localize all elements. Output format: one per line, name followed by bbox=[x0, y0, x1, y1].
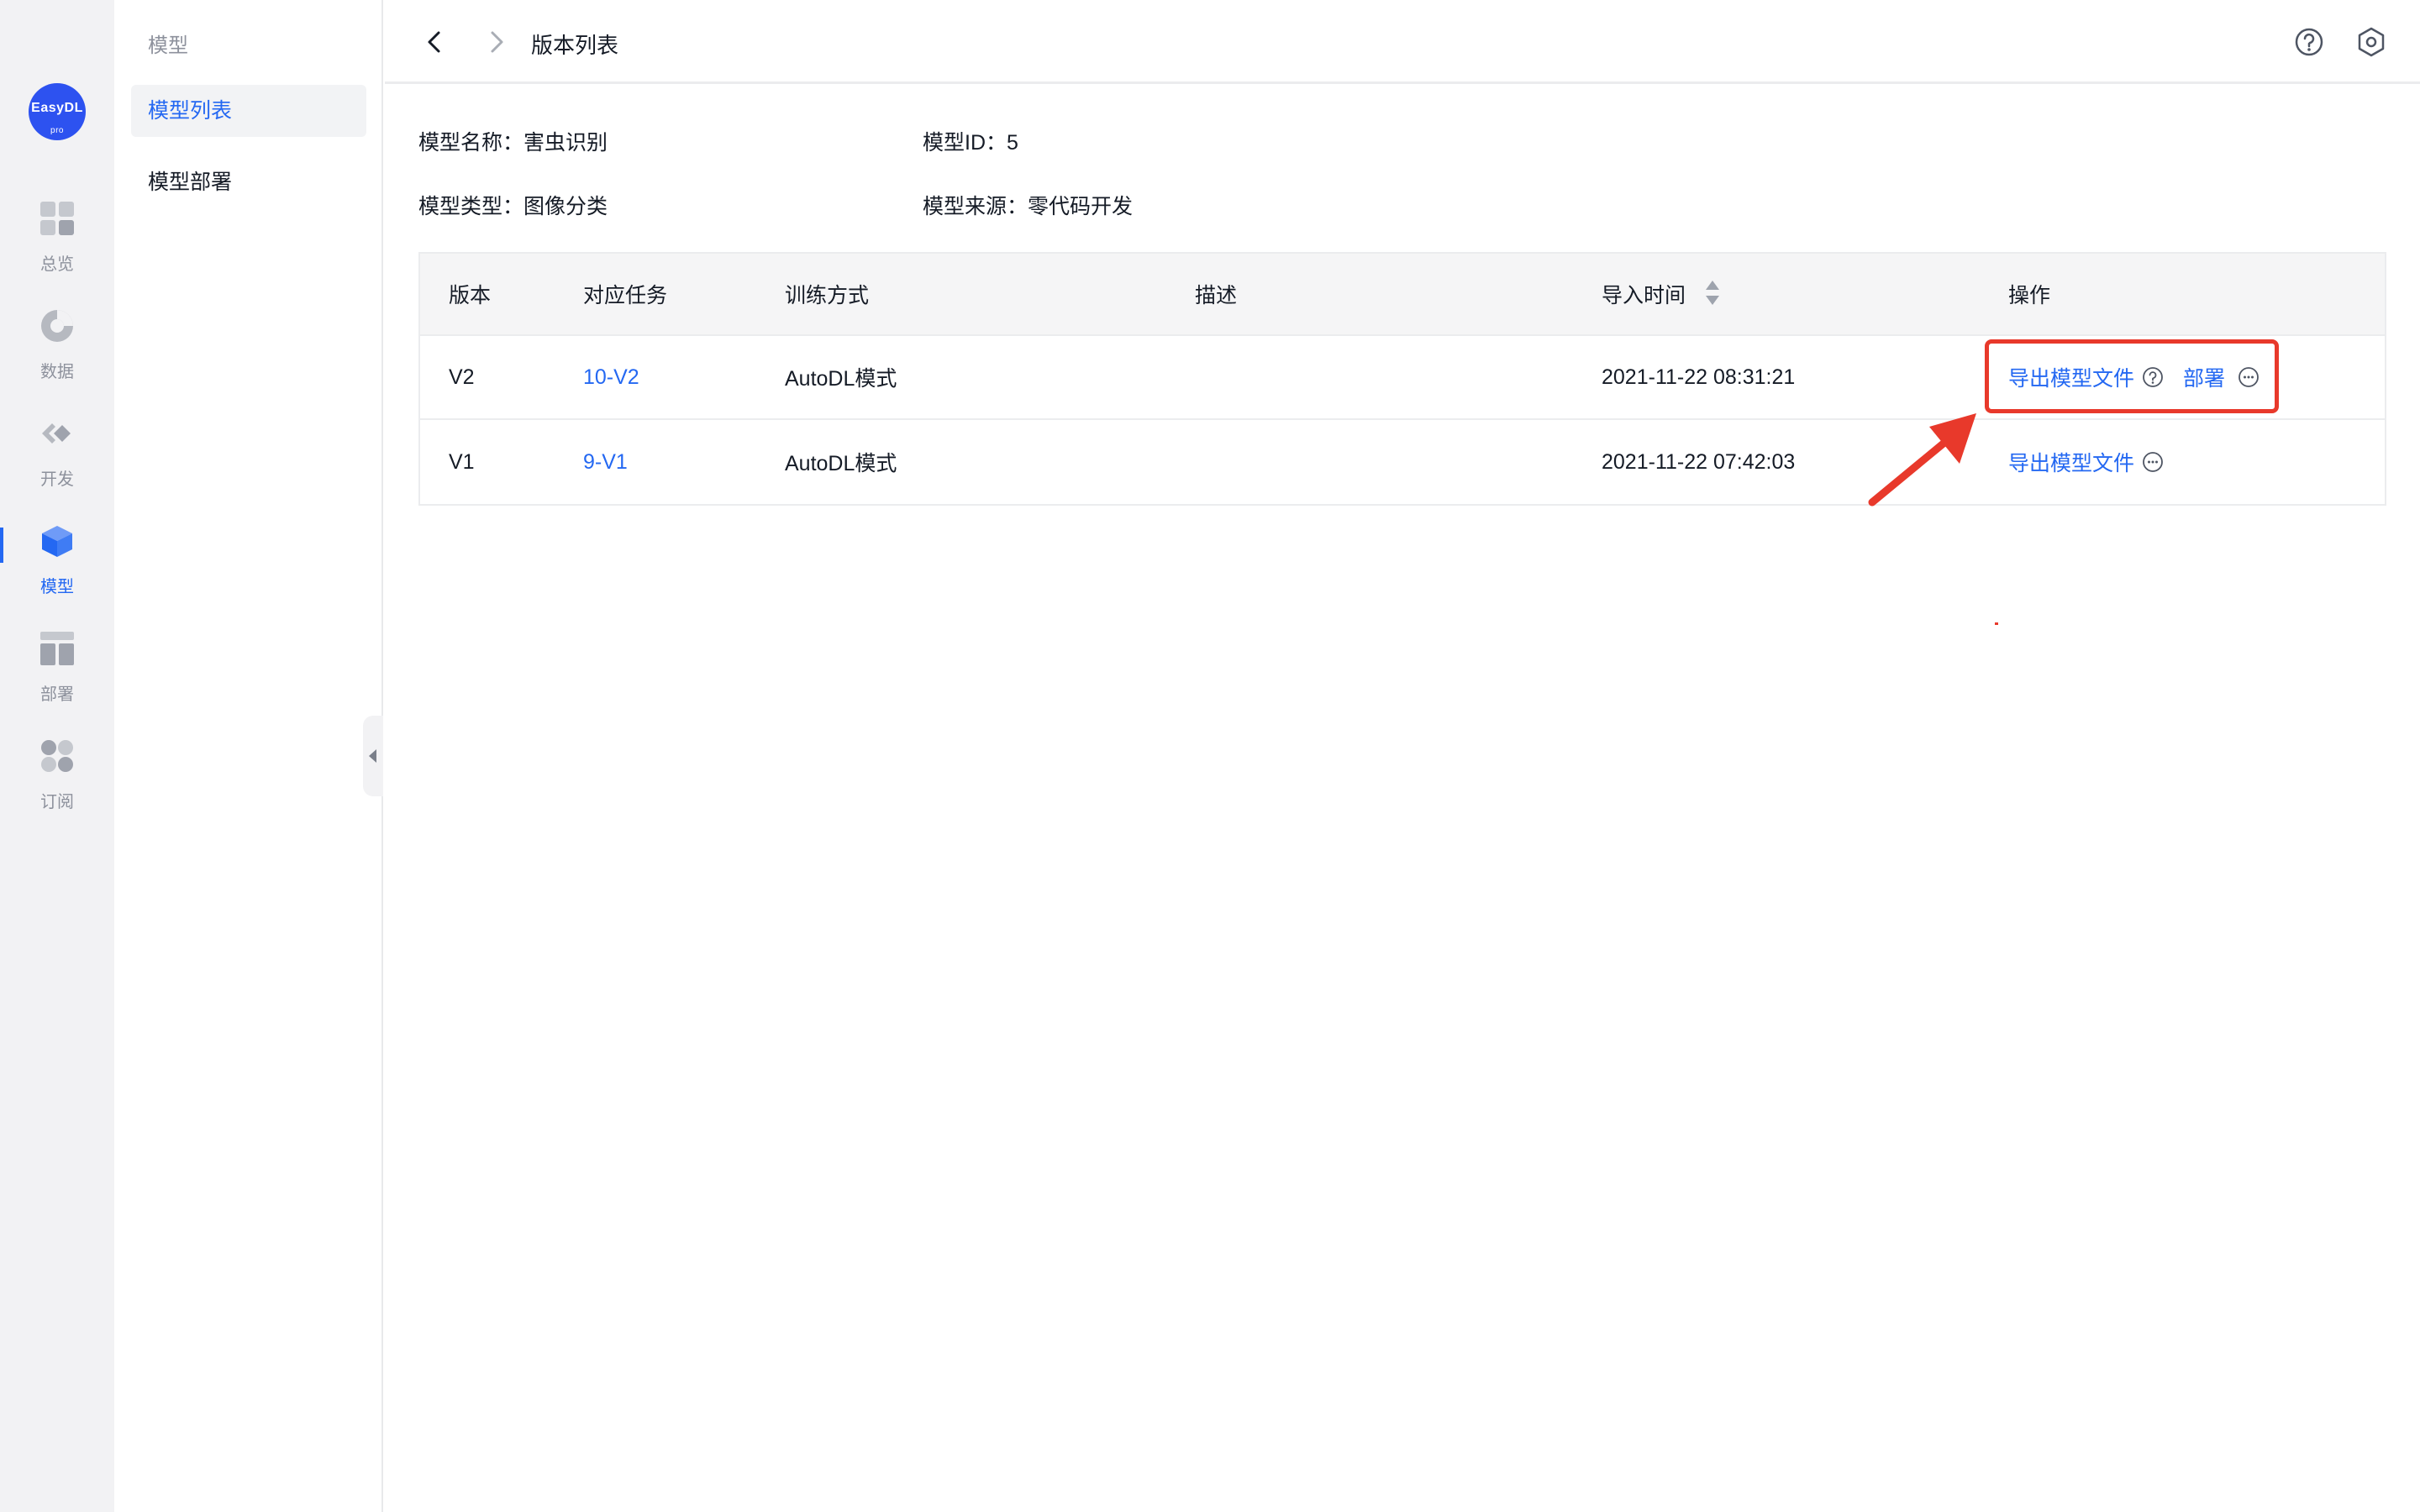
model-id-label: 模型ID： bbox=[923, 131, 1007, 155]
column-header-import-time[interactable]: 导入时间 bbox=[1602, 254, 1721, 334]
subnav-title: 模型 bbox=[148, 34, 188, 57]
rail-item-subscribe[interactable]: 订阅 bbox=[0, 739, 114, 832]
rail-item-deploy[interactable]: 部署 bbox=[0, 632, 114, 724]
left-rail: EasyDL pro 总览 数据 开发 模型 部署 订阅 bbox=[0, 0, 114, 1512]
import-time-label: 导入时间 bbox=[1602, 284, 1686, 307]
table-header: 版本 对应任务 训练方式 描述 导入时间 操作 bbox=[420, 254, 2385, 336]
subnav-item-model-list[interactable]: 模型列表 bbox=[131, 85, 366, 137]
clover-icon bbox=[41, 740, 73, 772]
chevron-right-icon[interactable] bbox=[479, 25, 513, 59]
rail-item-overview[interactable]: 总览 bbox=[0, 202, 114, 294]
rail-label: 开发 bbox=[40, 470, 74, 489]
rail-label: 总览 bbox=[40, 255, 74, 274]
import-time-cell: 2021-11-22 07:42:03 bbox=[1602, 449, 1796, 474]
sort-icon[interactable] bbox=[1704, 279, 1721, 309]
secondary-nav: 模型 模型列表 模型部署 bbox=[114, 0, 383, 1512]
rail-label: 数据 bbox=[40, 363, 74, 381]
rail-label: 部署 bbox=[40, 685, 74, 704]
model-source-info: 模型来源：零代码开发 bbox=[923, 190, 1133, 220]
model-source-label: 模型来源： bbox=[923, 195, 1028, 218]
actions-cell: 导出模型文件 bbox=[2008, 420, 2165, 504]
collapse-sidebar-handle[interactable] bbox=[363, 716, 383, 796]
chevron-left-icon[interactable] bbox=[418, 25, 452, 59]
code-diamond-icon bbox=[42, 423, 71, 444]
easydl-logo[interactable]: EasyDL pro bbox=[29, 83, 86, 140]
rail-label: 订阅 bbox=[40, 793, 74, 811]
top-bar: 版本列表 bbox=[385, 0, 2420, 84]
model-type-value: 图像分类 bbox=[523, 195, 608, 218]
model-id-info: 模型ID：5 bbox=[923, 126, 1018, 156]
column-header-actions: 操作 bbox=[2008, 284, 2051, 307]
task-link[interactable]: 9-V1 bbox=[583, 420, 628, 504]
pie-chart-icon bbox=[41, 310, 73, 342]
version-cell: V2 bbox=[449, 365, 475, 389]
model-type-info: 模型类型：图像分类 bbox=[418, 190, 608, 220]
column-header-task: 对应任务 bbox=[583, 284, 668, 307]
model-name-value: 害虫识别 bbox=[523, 131, 608, 155]
annotation-arrow-icon bbox=[1868, 413, 1976, 507]
task-link[interactable]: 10-V2 bbox=[583, 336, 639, 418]
dashboard-grid-icon bbox=[40, 202, 74, 235]
model-type-label: 模型类型： bbox=[418, 195, 524, 218]
column-header-description: 描述 bbox=[1195, 284, 1238, 307]
training-cell: AutoDL模式 bbox=[785, 452, 897, 475]
model-source-value: 零代码开发 bbox=[1028, 195, 1134, 218]
model-id-value: 5 bbox=[1007, 131, 1018, 155]
table-row: V1 9-V1 AutoDL模式 2021-11-22 07:42:03 导出模… bbox=[420, 420, 2385, 504]
cube-icon bbox=[42, 526, 72, 557]
logo-text: EasyDL bbox=[31, 101, 83, 115]
model-name-info: 模型名称：害虫识别 bbox=[418, 126, 608, 156]
rail-label: 模型 bbox=[40, 578, 74, 596]
export-model-file-link[interactable]: 导出模型文件 bbox=[2008, 447, 2134, 477]
settings-gear-icon[interactable] bbox=[2354, 25, 2388, 59]
page-title: 版本列表 bbox=[531, 33, 619, 58]
version-cell: V1 bbox=[449, 449, 475, 474]
training-cell: AutoDL模式 bbox=[785, 367, 897, 391]
column-header-training: 训练方式 bbox=[785, 284, 870, 307]
column-header-version: 版本 bbox=[449, 284, 492, 307]
model-name-label: 模型名称： bbox=[418, 131, 524, 155]
help-icon[interactable] bbox=[2292, 25, 2326, 59]
annotation-highlight-box bbox=[1985, 339, 2279, 413]
rail-item-data[interactable]: 数据 bbox=[0, 309, 114, 402]
rail-item-model[interactable]: 模型 bbox=[0, 524, 114, 617]
layout-blocks-icon bbox=[40, 632, 74, 665]
more-options-icon[interactable] bbox=[2141, 450, 2165, 474]
logo-subtext: pro bbox=[50, 126, 64, 135]
subnav-item-model-deploy[interactable]: 模型部署 bbox=[131, 156, 366, 208]
annotation-dot bbox=[1995, 622, 1998, 625]
rail-item-develop[interactable]: 开发 bbox=[0, 417, 114, 509]
import-time-cell: 2021-11-22 08:31:21 bbox=[1602, 365, 1796, 389]
